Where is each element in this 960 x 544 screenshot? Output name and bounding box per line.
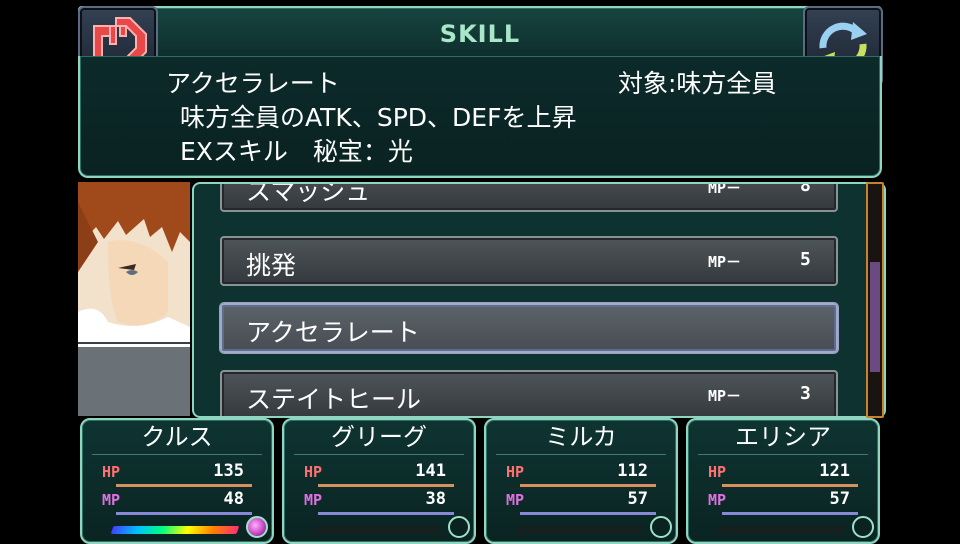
mp-bar bbox=[520, 512, 656, 515]
party-member-card-kurusu[interactable]: クルス HP 135 MP 48 bbox=[80, 418, 274, 544]
hp-label: HP bbox=[708, 463, 727, 481]
skill-item-label: アクセラレート bbox=[246, 318, 420, 347]
mp-value: 38 bbox=[425, 489, 446, 509]
ex-orb-icon bbox=[448, 516, 470, 538]
party-member-name: エリシア bbox=[735, 423, 831, 451]
mp-cost-value: 5 bbox=[800, 249, 811, 270]
skill-item-smash[interactable]: スマッシュ MP－ 8 bbox=[220, 182, 838, 212]
mp-value: 57 bbox=[627, 489, 648, 509]
mp-value: 57 bbox=[829, 489, 850, 509]
mp-label: MP bbox=[304, 491, 323, 509]
party-member-name: ミルカ bbox=[545, 423, 617, 451]
mp-cost-value: 8 bbox=[800, 182, 811, 196]
skill-description-panel: アクセラレート 対象:味方全員 味方全員のATK、SPD、DEFを上昇 EXスキ… bbox=[78, 56, 882, 178]
ex-gauge-fill bbox=[312, 526, 316, 534]
hp-value: 141 bbox=[415, 461, 446, 481]
skill-list-scrollbar[interactable] bbox=[866, 182, 884, 418]
ex-gauge-fill bbox=[514, 526, 518, 534]
mp-label: MP bbox=[102, 491, 121, 509]
party-member-card-grieg[interactable]: グリーグ HP 141 MP 38 bbox=[282, 418, 476, 544]
ex-gauge bbox=[716, 526, 846, 534]
ex-orb-icon bbox=[852, 516, 874, 538]
portrait-image bbox=[78, 182, 190, 416]
skill-item-label: スマッシュ bbox=[246, 182, 371, 206]
skill-list[interactable]: スマッシュ MP－ 8 挑発 MP－ 5 アクセラレート ステイトヒール MP－… bbox=[192, 182, 886, 418]
hp-label: HP bbox=[506, 463, 525, 481]
divider bbox=[92, 454, 262, 455]
party-member-card-milka[interactable]: ミルカ HP 112 MP 57 bbox=[484, 418, 678, 544]
mp-cost-label: MP－ bbox=[708, 182, 742, 197]
mp-bar bbox=[318, 512, 454, 515]
ex-orb-icon bbox=[650, 516, 672, 538]
mp-bar bbox=[722, 512, 858, 515]
hp-label: HP bbox=[102, 463, 121, 481]
hp-value: 121 bbox=[819, 461, 850, 481]
skill-item-accelerate[interactable]: アクセラレート bbox=[220, 303, 838, 353]
hp-value: 135 bbox=[213, 461, 244, 481]
hp-value: 112 bbox=[617, 461, 648, 481]
character-portrait bbox=[78, 182, 190, 416]
mp-value: 48 bbox=[223, 489, 244, 509]
mp-label: MP bbox=[506, 491, 525, 509]
ex-gauge-fill bbox=[110, 526, 240, 534]
skill-target: 対象:味方全員 bbox=[618, 69, 777, 98]
skill-extra-info: EXスキル 秘宝：光 bbox=[180, 137, 413, 166]
hp-bar bbox=[318, 484, 454, 487]
mp-label: MP bbox=[708, 491, 727, 509]
hp-label: HP bbox=[304, 463, 323, 481]
divider bbox=[698, 454, 868, 455]
divider bbox=[496, 454, 666, 455]
mp-cost-value: 3 bbox=[800, 383, 811, 404]
skill-item-state-heal[interactable]: ステイトヒール MP－ 3 bbox=[220, 370, 838, 416]
title-bar: SKILL bbox=[78, 6, 882, 60]
hp-bar bbox=[520, 484, 656, 487]
ex-gauge bbox=[514, 526, 644, 534]
hp-bar bbox=[722, 484, 858, 487]
skill-item-provoke[interactable]: 挑発 MP－ 5 bbox=[220, 236, 838, 286]
scrollbar-thumb[interactable] bbox=[870, 262, 880, 372]
skill-item-label: 挑発 bbox=[246, 251, 297, 280]
party-member-card-elisia[interactable]: エリシア HP 121 MP 57 bbox=[686, 418, 880, 544]
ex-gauge-fill bbox=[716, 526, 720, 534]
skill-effect: 味方全員のATK、SPD、DEFを上昇 bbox=[180, 103, 577, 132]
mp-cost-label: MP－ bbox=[708, 253, 742, 271]
mp-cost-label: MP－ bbox=[708, 387, 742, 405]
skill-item-label: ステイトヒール bbox=[246, 385, 422, 414]
ex-orb-icon bbox=[246, 516, 268, 538]
mp-bar bbox=[116, 512, 252, 515]
selected-skill-name: アクセラレート bbox=[166, 69, 340, 98]
ex-gauge bbox=[110, 526, 240, 534]
divider bbox=[294, 454, 464, 455]
ex-gauge bbox=[312, 526, 442, 534]
party-member-name: グリーグ bbox=[331, 423, 427, 451]
page-title: SKILL bbox=[439, 20, 521, 48]
hp-bar bbox=[116, 484, 252, 487]
party-member-name: クルス bbox=[141, 423, 213, 451]
